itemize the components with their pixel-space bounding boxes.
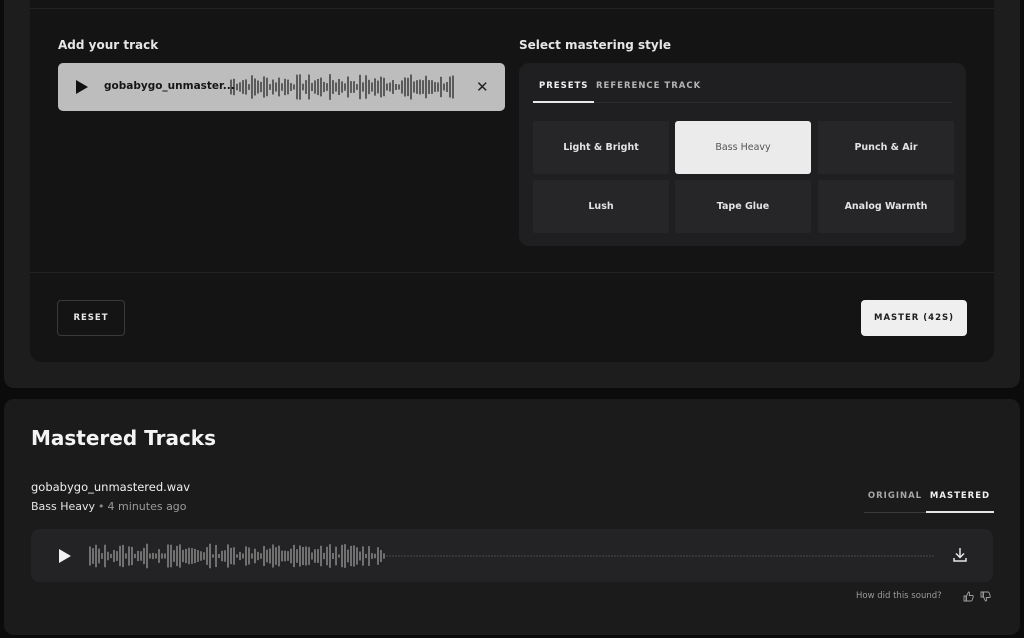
divider (30, 8, 994, 9)
uploaded-track: gobabygo_unmaster... ✕ (58, 63, 505, 111)
tab-mastered[interactable]: MASTERED (926, 488, 994, 513)
preset-name: Bass Heavy (31, 500, 96, 513)
section-title: Mastered Tracks (31, 426, 216, 450)
mastering-style-panel: PRESETS REFERENCE TRACK Light & Bright B… (519, 63, 966, 246)
preset-punch-air[interactable]: Punch & Air (818, 121, 954, 174)
tab-original[interactable]: ORIGINAL (864, 488, 926, 513)
preset-lush[interactable]: Lush (533, 180, 669, 233)
preset-bass-heavy[interactable]: Bass Heavy (675, 121, 811, 174)
play-icon[interactable] (76, 80, 88, 94)
divider (30, 272, 994, 273)
download-icon[interactable] (951, 546, 969, 564)
track-file-name: gobabygo_unmaster... (104, 80, 235, 92)
mastered-waveform[interactable] (89, 541, 934, 571)
mastered-player (31, 529, 993, 582)
close-icon[interactable]: ✕ (476, 78, 489, 96)
add-track-label: Add your track (58, 38, 159, 52)
play-icon[interactable] (59, 549, 71, 563)
mastering-style-label: Select mastering style (519, 38, 671, 52)
thumbs-down-icon[interactable] (980, 591, 991, 602)
track-waveform (230, 74, 454, 100)
feedback-prompt: How did this sound? (856, 591, 942, 601)
preset-light-bright[interactable]: Light & Bright (533, 121, 669, 174)
thumbs-up-icon[interactable] (963, 591, 974, 602)
compare-tabs: ORIGINAL MASTERED (864, 488, 994, 513)
style-tabs: PRESETS REFERENCE TRACK (533, 81, 952, 103)
master-button[interactable]: MASTER (42S) (861, 300, 967, 336)
tab-presets[interactable]: PRESETS (533, 81, 595, 103)
reset-button[interactable]: RESET (57, 300, 125, 336)
meta-separator: • (98, 500, 105, 513)
track-meta: Bass Heavy • 4 minutes ago (31, 500, 187, 513)
time-ago: 4 minutes ago (107, 500, 187, 513)
preset-tape-glue[interactable]: Tape Glue (675, 180, 811, 233)
tab-reference-track[interactable]: REFERENCE TRACK (596, 81, 701, 103)
preset-analog-warmth[interactable]: Analog Warmth (818, 180, 954, 233)
mastered-file-name: gobabygo_unmastered.wav (31, 480, 191, 494)
